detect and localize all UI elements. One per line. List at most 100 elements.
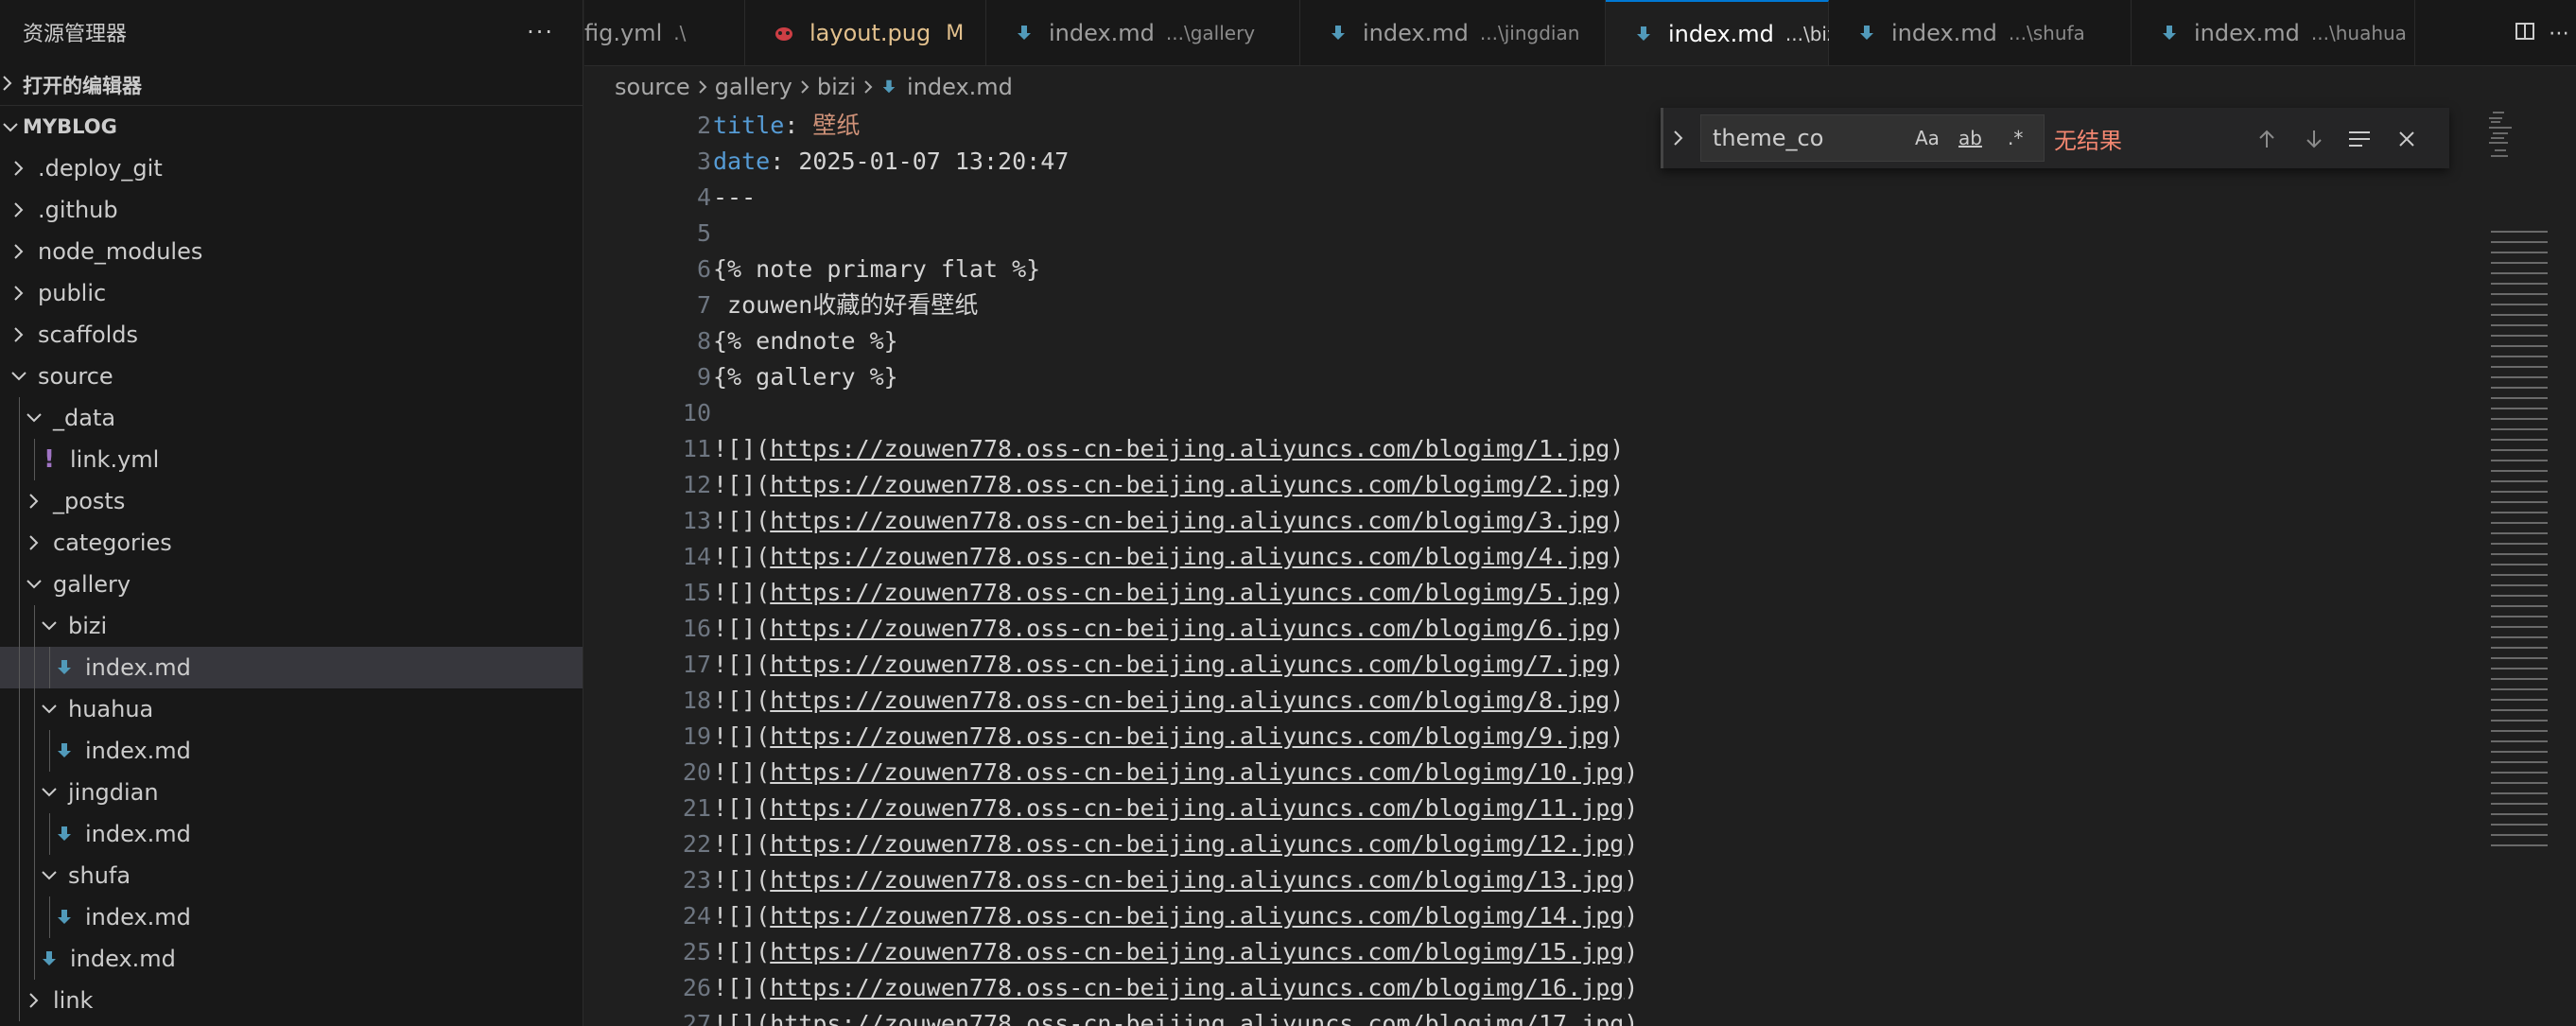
tree-file[interactable]: index.md bbox=[0, 896, 583, 938]
breadcrumb-item[interactable]: source bbox=[615, 74, 690, 100]
code-editor[interactable]: 2 title: 壁纸 3 date: 2025-01-07 13:20:47 4 ---… bbox=[584, 108, 2485, 1026]
tree-file[interactable]: index.md bbox=[0, 730, 583, 772]
breadcrumb-item[interactable]: bizi bbox=[817, 74, 856, 100]
code-line[interactable]: 17 ![](https://zouwen778.oss-cn-beijing.a… bbox=[584, 647, 2485, 683]
editor-tab[interactable]: index.md ...\shufa bbox=[1829, 0, 2132, 65]
link-token[interactable]: https://zouwen778.oss-cn-beijing.aliyunc… bbox=[770, 651, 1610, 678]
chevron-right-icon bbox=[8, 160, 30, 177]
code-line[interactable]: 4 --- bbox=[584, 180, 2485, 216]
code-line[interactable]: 23 ![](https://zouwen778.oss-cn-beijing.a… bbox=[584, 862, 2485, 898]
editor-tab[interactable]: index.md ...\jingdian bbox=[1300, 0, 1606, 65]
tree-folder[interactable]: shufa bbox=[0, 855, 583, 896]
link-token[interactable]: https://zouwen778.oss-cn-beijing.aliyunc… bbox=[770, 687, 1610, 714]
toggle-replace-button[interactable] bbox=[1661, 108, 1693, 168]
minimap-line bbox=[2491, 751, 2548, 753]
tree-folder[interactable]: node_modules bbox=[0, 231, 583, 272]
code-line[interactable]: 5 bbox=[584, 216, 2485, 252]
tree-file[interactable]: index.md bbox=[0, 938, 583, 980]
link-token[interactable]: https://zouwen778.oss-cn-beijing.aliyunc… bbox=[770, 507, 1610, 534]
tree-file[interactable]: ! link.yml bbox=[0, 439, 583, 480]
editor-tab[interactable]: index.md ...\huahua bbox=[2132, 0, 2415, 65]
tree-folder[interactable]: huahua bbox=[0, 688, 583, 730]
editor-tab[interactable]: fig.yml .\ bbox=[584, 0, 745, 65]
tree-folder[interactable]: gallery bbox=[0, 564, 583, 605]
tree-folder[interactable]: source bbox=[0, 356, 583, 397]
link-token[interactable]: https://zouwen778.oss-cn-beijing.aliyunc… bbox=[770, 830, 1624, 858]
code-line[interactable]: 18 ![](https://zouwen778.oss-cn-beijing.a… bbox=[584, 683, 2485, 719]
link-token[interactable]: https://zouwen778.oss-cn-beijing.aliyunc… bbox=[770, 866, 1624, 894]
tree-folder[interactable]: _posts bbox=[0, 480, 583, 522]
close-icon[interactable] bbox=[2393, 125, 2421, 153]
link-token[interactable]: https://zouwen778.oss-cn-beijing.aliyunc… bbox=[770, 758, 1624, 786]
tree-folder[interactable]: .github bbox=[0, 189, 583, 231]
editor-tab[interactable]: index.md ...\gallery bbox=[986, 0, 1300, 65]
tree-file[interactable]: index.md bbox=[0, 813, 583, 855]
link-token[interactable]: https://zouwen778.oss-cn-beijing.aliyunc… bbox=[770, 579, 1610, 606]
code-line[interactable]: 25 ![](https://zouwen778.oss-cn-beijing.a… bbox=[584, 934, 2485, 970]
link-token[interactable]: https://zouwen778.oss-cn-beijing.aliyunc… bbox=[770, 1010, 1624, 1026]
open-editors-section[interactable]: 打开的编辑器 bbox=[0, 64, 583, 106]
code-line[interactable]: 8 {% endnote %} bbox=[584, 323, 2485, 359]
minimap-line bbox=[2491, 439, 2548, 441]
markdown-icon bbox=[1015, 24, 1034, 43]
code-line[interactable]: 11 ![](https://zouwen778.oss-cn-beijing.a… bbox=[584, 431, 2485, 467]
tree-item-label: index.md bbox=[70, 946, 176, 972]
ellipsis-icon[interactable]: ⋯ bbox=[2549, 22, 2569, 45]
link-token[interactable]: https://zouwen778.oss-cn-beijing.aliyunc… bbox=[770, 902, 1624, 930]
find-input-value: theme_co bbox=[1713, 125, 1824, 151]
code-line[interactable]: 12 ![](https://zouwen778.oss-cn-beijing.a… bbox=[584, 467, 2485, 503]
code-line[interactable]: 14 ![](https://zouwen778.oss-cn-beijing.a… bbox=[584, 539, 2485, 575]
tree-folder[interactable]: public bbox=[0, 272, 583, 314]
tree-file[interactable]: index.md bbox=[0, 647, 583, 688]
breadcrumb-item[interactable]: index.md bbox=[907, 74, 1013, 100]
code-line[interactable]: 19 ![](https://zouwen778.oss-cn-beijing.a… bbox=[584, 719, 2485, 755]
code-line[interactable]: 16 ![](https://zouwen778.oss-cn-beijing.a… bbox=[584, 611, 2485, 647]
line-content: {% gallery %} bbox=[713, 359, 898, 395]
link-token[interactable]: https://zouwen778.oss-cn-beijing.aliyunc… bbox=[770, 435, 1610, 462]
editor-tab[interactable]: layout.pug M bbox=[745, 0, 986, 65]
find-input[interactable]: theme_co Aa ab .* bbox=[1700, 114, 2045, 162]
code-line[interactable]: 7 zouwen收藏的好看壁纸 bbox=[584, 287, 2485, 323]
code-line[interactable]: 6 {% note primary flat %} bbox=[584, 252, 2485, 287]
code-line[interactable]: 15 ![](https://zouwen778.oss-cn-beijing.a… bbox=[584, 575, 2485, 611]
ellipsis-icon[interactable]: ··· bbox=[527, 19, 554, 45]
regex-toggle[interactable]: .* bbox=[2008, 127, 2023, 149]
tree-folder[interactable]: bizi bbox=[0, 605, 583, 647]
indent-guide bbox=[34, 688, 35, 730]
code-line[interactable]: 24 ![](https://zouwen778.oss-cn-beijing.a… bbox=[584, 898, 2485, 934]
code-line[interactable]: 27 ![](https://zouwen778.oss-cn-beijing.a… bbox=[584, 1006, 2485, 1026]
indent-guide bbox=[19, 605, 20, 647]
arrow-up-icon[interactable] bbox=[2253, 125, 2281, 153]
tree-folder[interactable]: .deploy_git bbox=[0, 148, 583, 189]
code-line[interactable]: 13 ![](https://zouwen778.oss-cn-beijing.a… bbox=[584, 503, 2485, 539]
link-token[interactable]: https://zouwen778.oss-cn-beijing.aliyunc… bbox=[770, 974, 1624, 1001]
arrow-down-icon[interactable] bbox=[2300, 125, 2328, 153]
editor-tab[interactable]: index.md ...\bizi bbox=[1606, 0, 1877, 65]
code-line[interactable]: 22 ![](https://zouwen778.oss-cn-beijing.a… bbox=[584, 826, 2485, 862]
tree-folder[interactable]: _data bbox=[0, 397, 583, 439]
link-token[interactable]: https://zouwen778.oss-cn-beijing.aliyunc… bbox=[770, 794, 1624, 822]
breadcrumb-item[interactable]: gallery bbox=[715, 74, 792, 100]
tree-folder[interactable]: categories bbox=[0, 522, 583, 564]
code-line[interactable]: 21 ![](https://zouwen778.oss-cn-beijing.a… bbox=[584, 791, 2485, 826]
code-line[interactable]: 9 {% gallery %} bbox=[584, 359, 2485, 395]
code-line[interactable]: 10 bbox=[584, 395, 2485, 431]
link-token[interactable]: https://zouwen778.oss-cn-beijing.aliyunc… bbox=[770, 615, 1610, 642]
tree-folder[interactable]: jingdian bbox=[0, 772, 583, 813]
find-in-selection-icon[interactable] bbox=[2345, 125, 2374, 153]
tree-folder[interactable]: scaffolds bbox=[0, 314, 583, 356]
match-whole-word-toggle[interactable]: ab bbox=[1958, 127, 1982, 149]
link-token[interactable]: https://zouwen778.oss-cn-beijing.aliyunc… bbox=[770, 471, 1610, 498]
match-case-toggle[interactable]: Aa bbox=[1915, 127, 1940, 149]
line-content: ![](https://zouwen778.oss-cn-beijing.ali… bbox=[713, 934, 1638, 970]
code-line[interactable]: 20 ![](https://zouwen778.oss-cn-beijing.a… bbox=[584, 755, 2485, 791]
project-section[interactable]: MYBLOG bbox=[0, 106, 583, 148]
link-token[interactable]: https://zouwen778.oss-cn-beijing.aliyunc… bbox=[770, 543, 1610, 570]
tree-folder[interactable]: link bbox=[0, 980, 583, 1021]
minimap[interactable] bbox=[2485, 108, 2576, 1026]
code-line[interactable]: 26 ![](https://zouwen778.oss-cn-beijing.a… bbox=[584, 970, 2485, 1006]
split-editor-icon[interactable] bbox=[2515, 21, 2535, 45]
link-token[interactable]: https://zouwen778.oss-cn-beijing.aliyunc… bbox=[770, 938, 1624, 965]
link-token[interactable]: https://zouwen778.oss-cn-beijing.aliyunc… bbox=[770, 722, 1610, 750]
line-content: {% note primary flat %} bbox=[713, 252, 1040, 287]
